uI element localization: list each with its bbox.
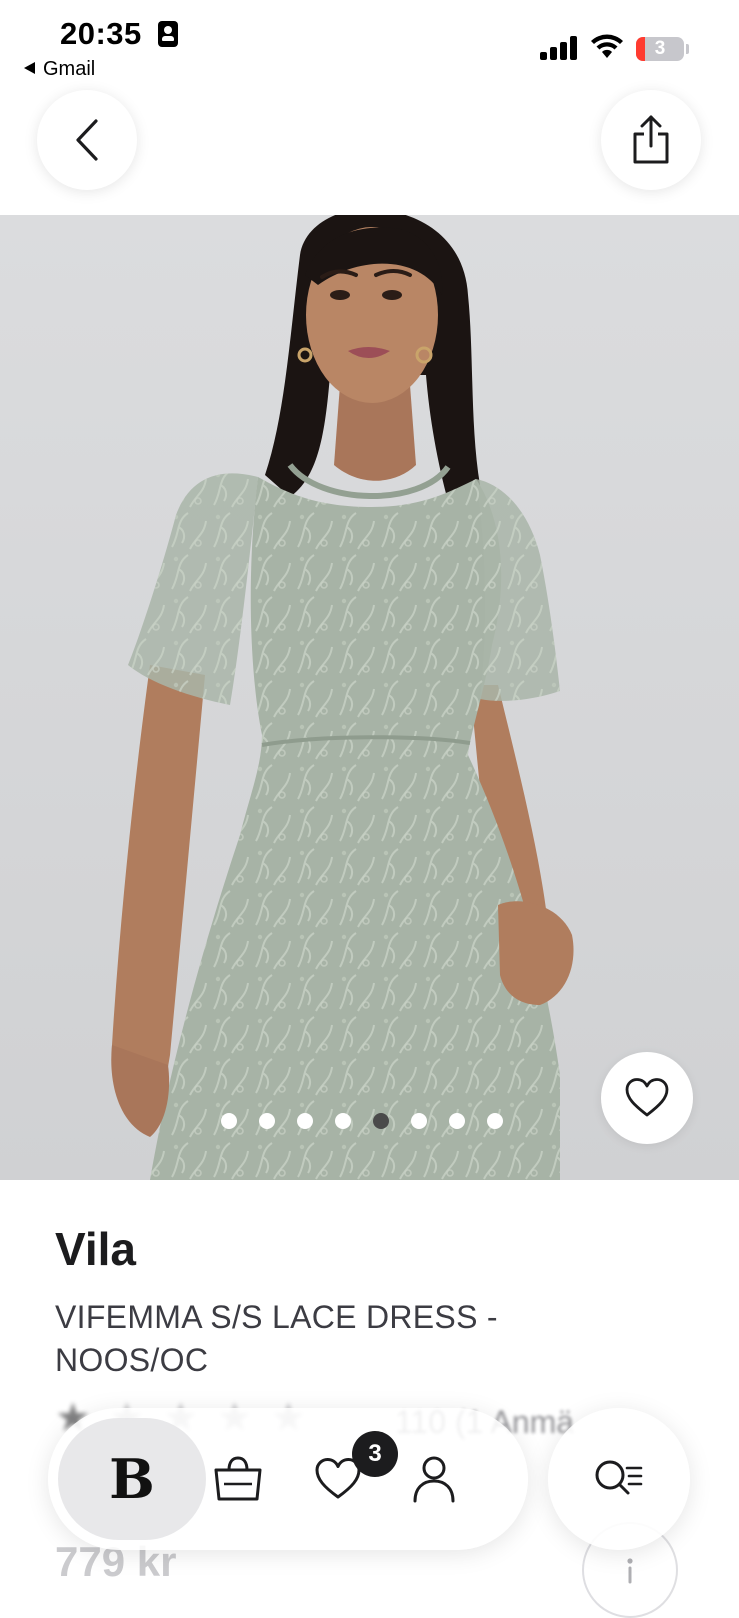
- product-name: VIFEMMA S/S LACE DRESS - NOOS/OC: [55, 1299, 498, 1378]
- pagination-dot[interactable]: [220, 1113, 237, 1129]
- product-brand[interactable]: Vila: [55, 1222, 136, 1276]
- chevron-left-icon: [76, 119, 98, 161]
- tab-bag[interactable]: [188, 1429, 288, 1529]
- tab-wishlist[interactable]: 3: [288, 1429, 398, 1529]
- cellular-signal-icon: [540, 36, 578, 60]
- battery-cap: [686, 44, 689, 54]
- pagination-dot[interactable]: [486, 1113, 503, 1129]
- product-photo: [111, 215, 574, 1180]
- search-menu-icon: [595, 1460, 643, 1495]
- back-to-app-link[interactable]: Gmail: [24, 58, 95, 81]
- pagination-dot[interactable]: [410, 1113, 427, 1129]
- back-app-label: Gmail: [43, 58, 96, 80]
- info-icon: [627, 1558, 633, 1584]
- pagination-dot-active[interactable]: [372, 1113, 389, 1129]
- pagination-dot[interactable]: [448, 1113, 465, 1129]
- contact-card-icon: [158, 21, 178, 47]
- pagination-dot[interactable]: [334, 1113, 351, 1129]
- account-icon: [413, 1456, 455, 1503]
- heart-outline-icon: [625, 1078, 669, 1117]
- wifi-icon: [591, 34, 623, 58]
- pagination-dot[interactable]: [296, 1113, 313, 1129]
- product-image[interactable]: [0, 215, 739, 1180]
- battery-level: 3: [654, 38, 666, 59]
- back-triangle-icon: [24, 62, 35, 74]
- brand-logo-icon: B: [109, 1447, 155, 1511]
- bottom-tab-bar: B 3: [48, 1408, 528, 1550]
- tab-account[interactable]: [384, 1429, 484, 1529]
- search-button[interactable]: [548, 1408, 690, 1550]
- add-to-wishlist-button[interactable]: [601, 1052, 693, 1144]
- battery-icon: 3: [636, 37, 684, 61]
- bag-icon: [214, 1456, 262, 1501]
- pagination-dot[interactable]: [258, 1113, 275, 1129]
- back-button[interactable]: [37, 90, 137, 190]
- share-icon: [633, 115, 669, 164]
- tab-home[interactable]: B: [58, 1418, 206, 1540]
- share-button[interactable]: [601, 90, 701, 190]
- status-time: 20:35: [60, 16, 142, 51]
- status-bar: 20:35 Gmail 3: [0, 0, 739, 88]
